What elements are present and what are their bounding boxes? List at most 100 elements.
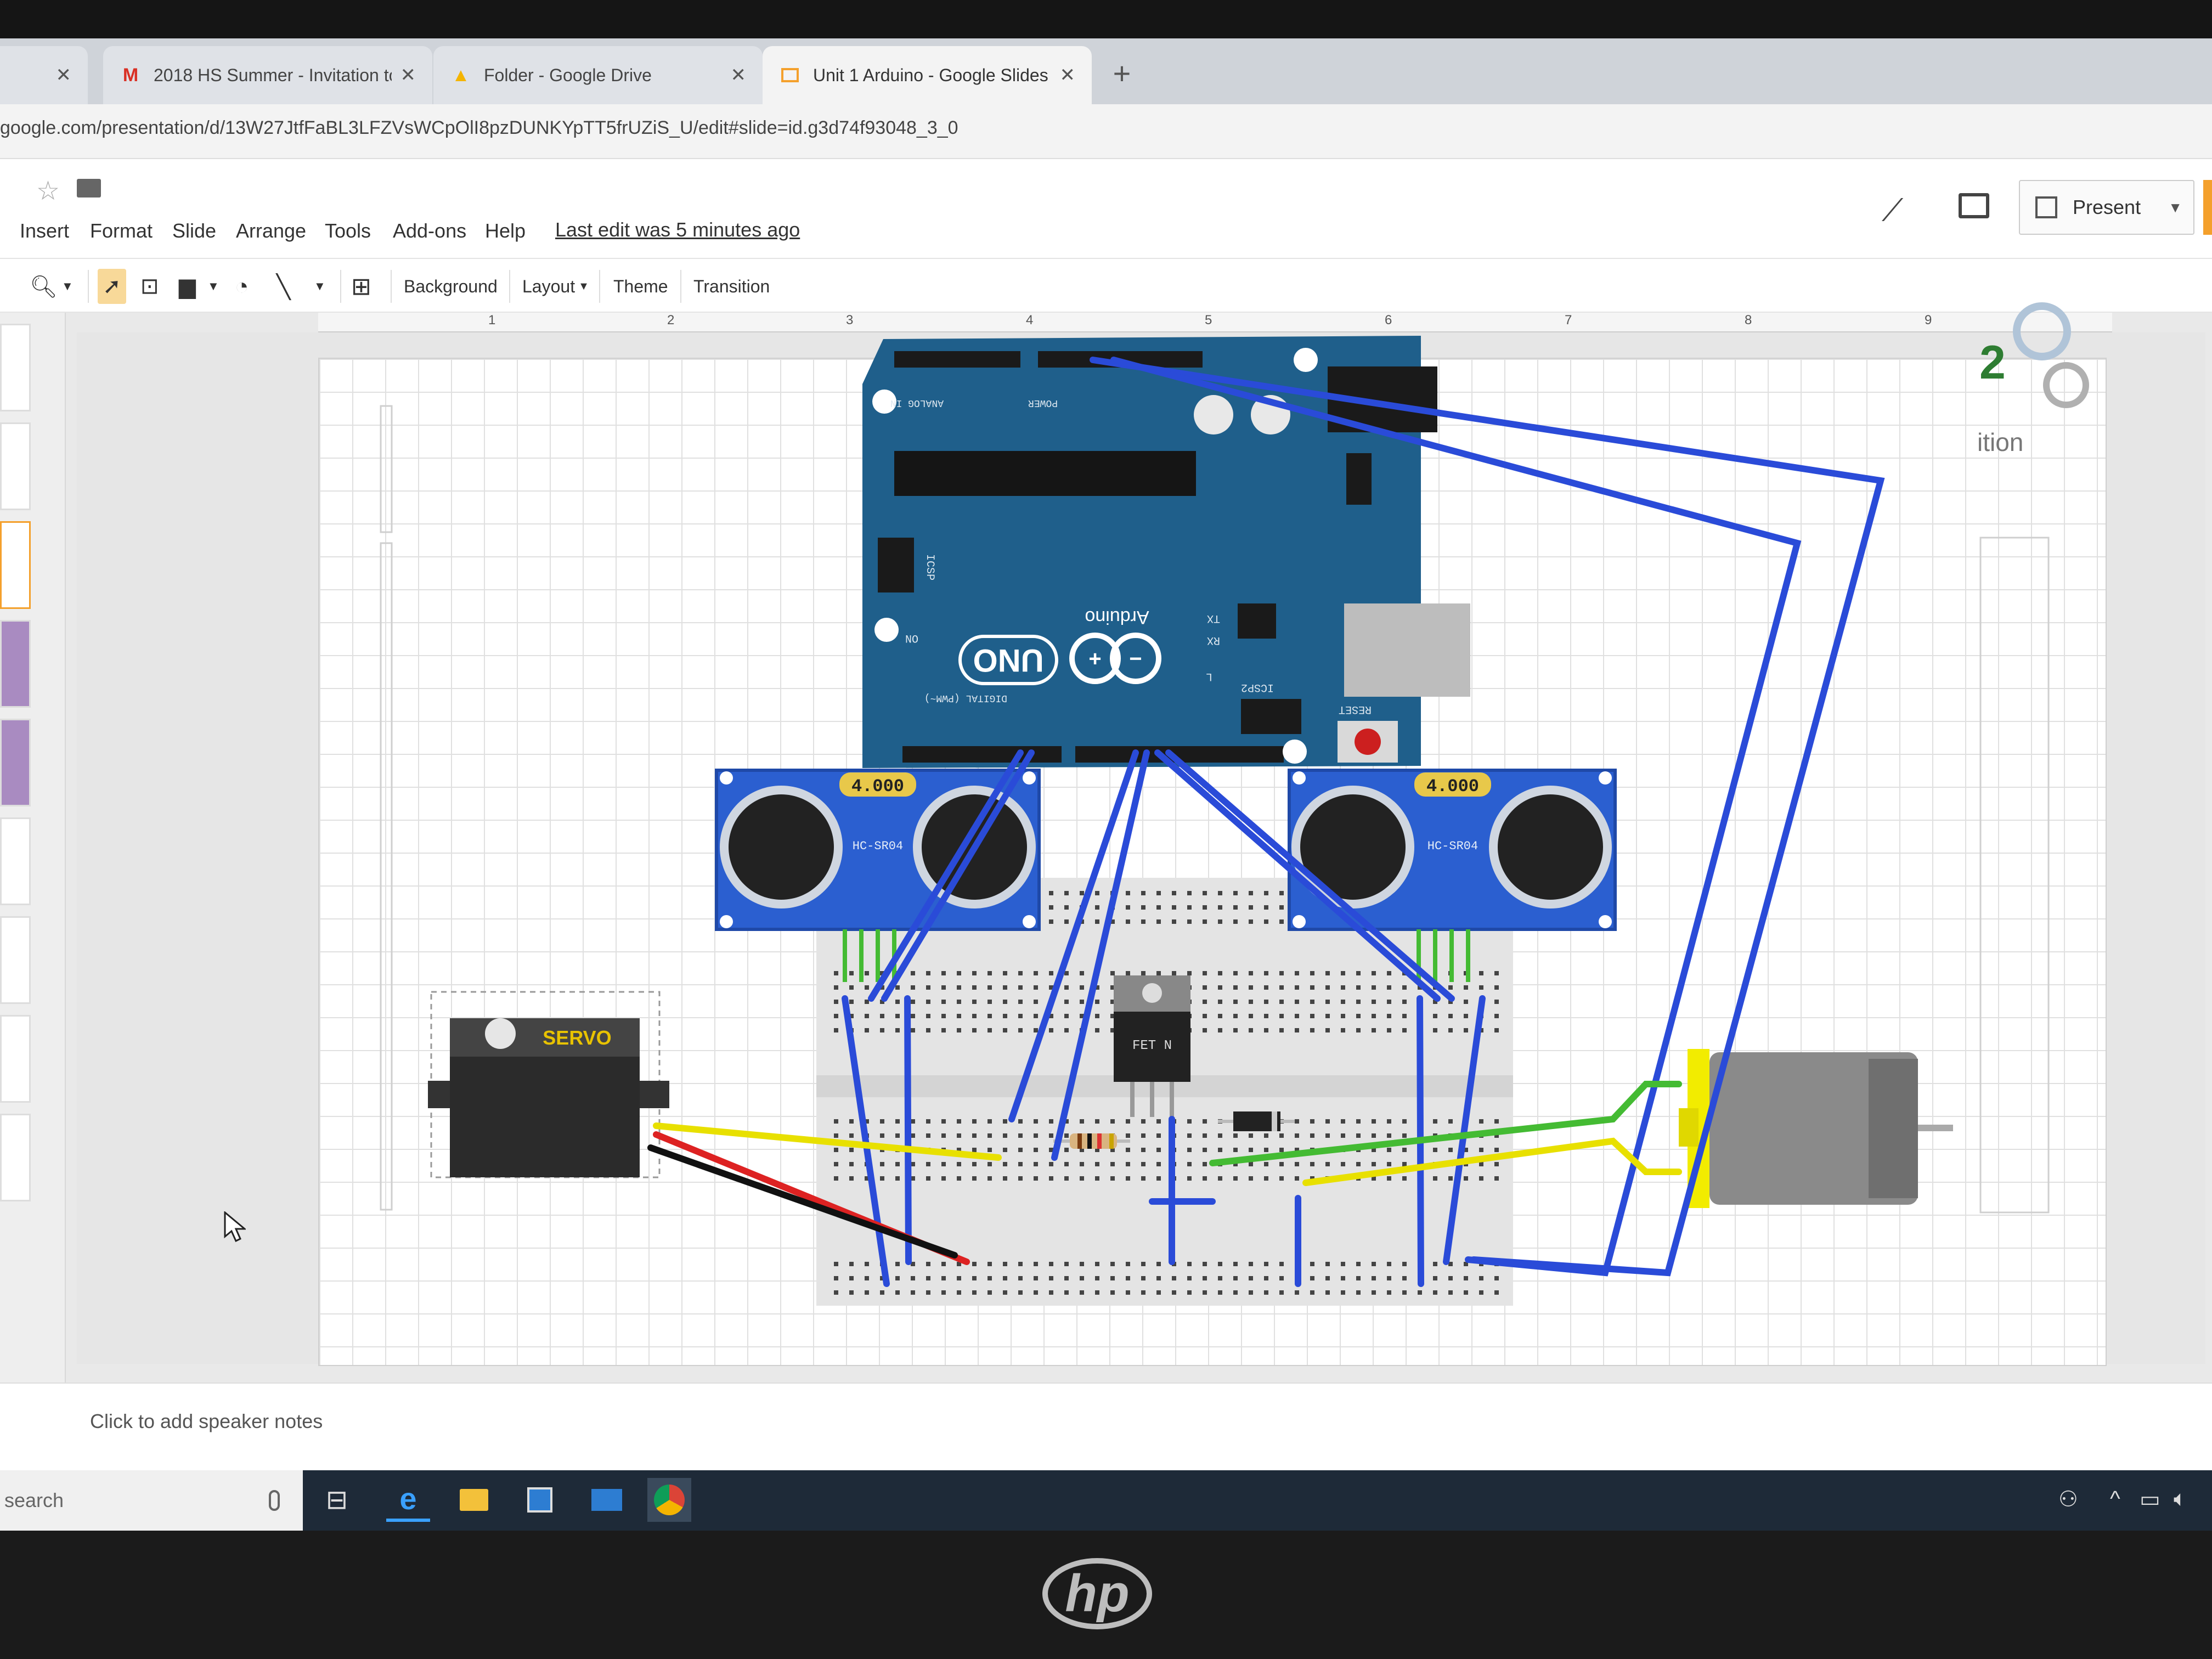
toolbar-divider: [88, 270, 89, 303]
chevron-down-icon[interactable]: ▼: [207, 269, 219, 304]
browser-tab-slides[interactable]: Unit 1 Arduino - Google Slides ✕: [763, 46, 1092, 104]
slides-icon: [779, 64, 801, 86]
ruler-mark: 6: [1385, 313, 1392, 328]
chevron-down-icon: ▼: [578, 280, 589, 292]
toolbar-divider: [680, 270, 681, 303]
last-edit-link[interactable]: Last edit was 5 minutes ago: [555, 218, 800, 241]
browser-tab-drive[interactable]: ▲ Folder - Google Drive ✕: [433, 46, 763, 104]
people-icon[interactable]: ⚇: [2058, 1487, 2078, 1512]
slides-toolbar: 🔍︎ ▼ ➚ ⊡ ▆ ▼ ◔ ╲ ▼ ⊞ Background Layout ▼ …: [0, 258, 2212, 313]
layout-button[interactable]: Layout ▼: [522, 269, 589, 304]
speaker-notes-placeholder[interactable]: Click to add speaker notes: [90, 1410, 323, 1433]
taskbar-search[interactable]: search: [0, 1470, 303, 1531]
slides-header: ☆ Insert Format Slide Arrange Tools Add-…: [0, 159, 2212, 258]
shape-icon[interactable]: ◔: [235, 269, 249, 304]
task-view-icon[interactable]: ⊟: [315, 1478, 359, 1522]
transition-button[interactable]: Transition: [693, 269, 770, 304]
present-icon: [2035, 196, 2057, 218]
edge-browser-icon[interactable]: e: [386, 1478, 430, 1522]
ruler-mark: 4: [1026, 313, 1034, 328]
hp-logo: hp: [1042, 1558, 1152, 1629]
share-button-edge[interactable]: [2203, 180, 2212, 235]
image-icon[interactable]: ▆: [179, 269, 196, 304]
line-icon[interactable]: ╲: [276, 269, 290, 304]
ruler-mark: 3: [846, 313, 854, 328]
gmail-icon: M: [122, 64, 139, 86]
comment-icon[interactable]: [1959, 193, 1989, 218]
present-label: Present: [2073, 196, 2141, 218]
slide-thumbnail[interactable]: [0, 324, 31, 411]
select-pointer-icon[interactable]: ➚: [98, 269, 126, 304]
chevron-down-icon[interactable]: ▼: [2168, 199, 2182, 216]
ruler-mark: 7: [1565, 313, 1572, 328]
slide-thumbnail[interactable]: [0, 719, 31, 806]
browser-tab-strip: ✕ M 2018 HS Summer - Invitation to … ✕ ▲…: [0, 38, 2212, 104]
mouse-pointer-icon: [224, 1210, 247, 1245]
horizontal-ruler: 1 2 3 4 5 6 7 8 9: [318, 313, 2112, 332]
url-text[interactable]: google.com/presentation/d/13W27JtfFaBL3L…: [0, 117, 958, 139]
ruler-mark: 5: [1205, 313, 1212, 328]
add-comment-icon[interactable]: ⊞: [351, 269, 371, 304]
close-icon[interactable]: ✕: [56, 64, 72, 86]
menu-tools[interactable]: Tools: [325, 219, 371, 242]
menu-arrange[interactable]: Arrange: [236, 219, 306, 242]
toolbar-divider: [391, 270, 392, 303]
ruler-mark: 2: [667, 313, 675, 328]
new-tab-button[interactable]: +: [1103, 54, 1141, 92]
browser-tab-gmail[interactable]: M 2018 HS Summer - Invitation to … ✕: [103, 46, 432, 104]
slide-thumbnail[interactable]: [0, 620, 31, 708]
toolbar-divider: [509, 270, 510, 303]
slide-filmstrip: [0, 313, 66, 1383]
menu-format[interactable]: Format: [90, 219, 153, 242]
activity-trend-icon[interactable]: ⟋: [1882, 192, 1903, 229]
star-icon[interactable]: ☆: [36, 176, 60, 206]
chrome-icon[interactable]: [647, 1478, 691, 1522]
close-icon[interactable]: ✕: [1060, 64, 1076, 86]
background-button[interactable]: Background: [404, 269, 498, 304]
slide-thumbnail[interactable]: [0, 916, 31, 1004]
close-icon[interactable]: ✕: [731, 64, 747, 86]
layout-label: Layout: [522, 276, 575, 296]
toolbar-divider: [340, 270, 341, 303]
file-explorer-icon[interactable]: [452, 1478, 496, 1522]
slide-thumbnail[interactable]: [0, 817, 31, 905]
slide-thumbnail[interactable]: [0, 1114, 31, 1201]
screen: ✕ M 2018 HS Summer - Invitation to … ✕ ▲…: [0, 38, 2212, 1531]
search-placeholder: search: [4, 1489, 64, 1511]
ruler-mark: 1: [488, 313, 496, 328]
tab-label: Folder - Google Drive: [484, 65, 652, 85]
chevron-down-icon[interactable]: ▼: [314, 269, 326, 304]
network-icon[interactable]: ▭: [2140, 1487, 2160, 1512]
chevron-down-icon[interactable]: ▼: [61, 269, 74, 304]
slide-page[interactable]: [318, 358, 2107, 1366]
laptop-bezel-bottom: hp: [0, 1531, 2212, 1659]
microphone-icon[interactable]: [269, 1490, 280, 1511]
volume-mute-icon[interactable]: 🔈︎: [2174, 1487, 2187, 1511]
address-bar[interactable]: google.com/presentation/d/13W27JtfFaBL3L…: [0, 104, 2212, 159]
theme-button[interactable]: Theme: [613, 269, 668, 304]
close-icon[interactable]: ✕: [400, 64, 416, 86]
ruler-mark: 9: [1925, 313, 1932, 328]
menu-slide[interactable]: Slide: [172, 219, 216, 242]
text-box-icon[interactable]: ⊡: [140, 269, 159, 304]
windows-taskbar: search ⊟ e ⚇ ^ ▭ 🔈︎: [0, 1470, 2212, 1531]
menu-help[interactable]: Help: [485, 219, 526, 242]
slide-thumbnail-selected[interactable]: [0, 521, 31, 609]
menu-insert[interactable]: Insert: [20, 219, 69, 242]
zoom-icon[interactable]: 🔍︎: [30, 269, 58, 304]
toolbar-divider: [599, 270, 600, 303]
browser-tab-partial[interactable]: ✕: [0, 46, 88, 104]
slide-thumbnail[interactable]: [0, 422, 31, 510]
slide-canvas: [77, 332, 2205, 1366]
folder-icon[interactable]: [77, 179, 101, 198]
tab-label: 2018 HS Summer - Invitation to …: [154, 65, 392, 85]
present-button[interactable]: Present ▼: [2019, 180, 2194, 235]
chevron-up-icon[interactable]: ^: [2110, 1487, 2120, 1511]
menu-add-ons[interactable]: Add-ons: [393, 219, 466, 242]
mail-icon[interactable]: [585, 1478, 629, 1522]
drive-icon: ▲: [452, 64, 470, 86]
slide-thumbnail[interactable]: [0, 1015, 31, 1103]
laptop-bezel-top: [0, 0, 2212, 38]
tab-label: Unit 1 Arduino - Google Slides: [813, 65, 1048, 85]
store-icon[interactable]: [518, 1478, 562, 1522]
